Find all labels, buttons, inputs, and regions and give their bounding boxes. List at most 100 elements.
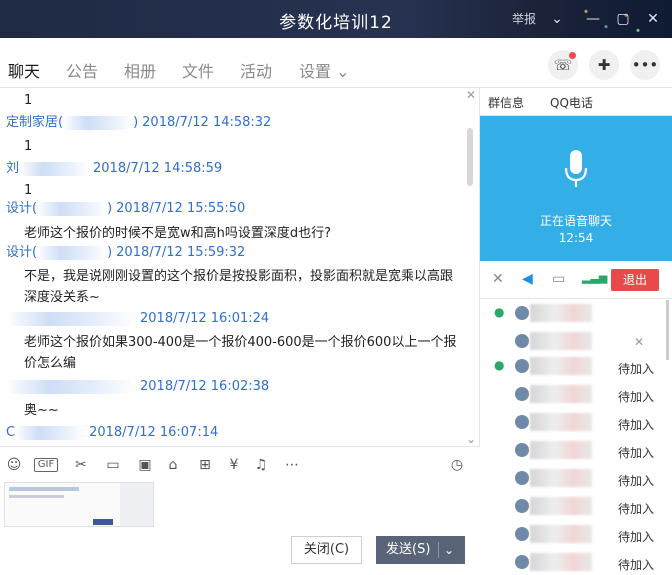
thumb-panel — [120, 483, 153, 526]
chat-scrollbar[interactable] — [467, 128, 473, 186]
image-icon[interactable]: ▣ — [136, 456, 154, 474]
message-header: C 2018/7/12 16:07:14 — [6, 424, 218, 442]
member-scrollbar[interactable] — [666, 300, 669, 360]
redacted-member-name — [530, 332, 592, 350]
member-row[interactable]: ✕ — [480, 329, 672, 357]
member-status: 待加入 — [618, 418, 655, 432]
tab-group-info[interactable]: 群信息 — [488, 94, 524, 111]
member-role-icon: ● — [494, 305, 505, 319]
speaker-icon[interactable]: ◀ — [522, 271, 533, 287]
avatar — [515, 499, 529, 513]
tab-files[interactable]: 文件 — [182, 58, 214, 82]
sender-suffix: ) — [107, 245, 113, 260]
tab-chat[interactable]: 聊天 — [8, 58, 41, 94]
avatar — [515, 443, 529, 457]
chat-plus-button[interactable]: ✚ — [589, 50, 619, 80]
notification-dot — [569, 52, 576, 59]
message-text: 奥~~ — [24, 403, 59, 418]
member-row[interactable]: 待加入 — [480, 494, 672, 522]
redacted-name — [37, 201, 108, 216]
input-toolbar: ☺ GIF ✂ ▭ ▣ ⌂ ⊞ ¥ ♫ ⋯ ◷ — [0, 446, 480, 482]
send-label: 发送(S) — [386, 542, 431, 557]
gif-icon[interactable]: GIF — [34, 458, 58, 472]
avatar — [515, 306, 529, 320]
maximize-icon[interactable]: ▢ — [614, 10, 632, 28]
member-status: 待加入 — [618, 446, 655, 460]
tab-settings[interactable]: 设置 ⌄ — [299, 58, 350, 82]
tab-announcement[interactable]: 公告 — [66, 58, 98, 82]
redacted-name — [37, 245, 108, 260]
scroll-down-icon[interactable]: ⌄ — [466, 432, 476, 446]
sender-name[interactable]: C — [6, 425, 15, 440]
message-time: 2018/7/12 16:07:14 — [89, 425, 219, 440]
message-text: 价怎么编 — [24, 356, 77, 371]
chat-history[interactable]: 1 定制家居() 2018/7/12 14:58:32 1 刘 2018/7/12 14:… — [0, 88, 480, 446]
more-button[interactable]: ••• — [630, 50, 660, 80]
member-row[interactable]: ● — [480, 301, 672, 329]
member-row[interactable]: 待加入 — [480, 382, 672, 410]
avatar — [515, 387, 529, 401]
history-clock-icon[interactable]: ◷ — [448, 456, 466, 474]
close-x-icon[interactable]: ✕ — [466, 88, 476, 102]
emoji-icon[interactable]: ☺ — [5, 456, 23, 474]
member-row[interactable]: 待加入 — [480, 550, 672, 575]
pasted-image-thumbnail[interactable] — [4, 482, 154, 527]
exit-call-button[interactable]: 退出 — [611, 269, 659, 291]
message-time: 2018/7/12 14:58:59 — [93, 161, 223, 176]
mic-mute-icon[interactable]: ✕ — [492, 271, 504, 287]
gift-icon[interactable]: ⊞ — [196, 456, 214, 474]
member-role-icon: ● — [494, 358, 505, 372]
send-button[interactable]: 发送(S) ⌄ — [376, 536, 465, 564]
tab-activity[interactable]: 活动 — [240, 58, 272, 82]
window-title: 参数化培训12 — [279, 13, 393, 33]
voice-call-panel: 正在语音聊天 12:54 — [480, 116, 672, 261]
member-row[interactable]: ● 待加入 — [480, 354, 672, 382]
member-status: 待加入 — [618, 530, 655, 544]
redacted-member-name — [530, 413, 592, 431]
sender-suffix: ) — [133, 115, 139, 130]
report-link[interactable]: 举报 — [512, 10, 536, 27]
member-row[interactable]: 待加入 — [480, 522, 672, 550]
member-row[interactable]: 待加入 — [480, 410, 672, 438]
sender-name[interactable]: 刘 — [6, 161, 19, 176]
redacted-name — [6, 379, 136, 394]
message-header: 定制家居() 2018/7/12 14:58:32 — [6, 114, 271, 132]
red-packet-icon[interactable]: ¥ — [225, 456, 243, 474]
mic-muted-icon: ✕ — [634, 335, 645, 349]
voice-duration: 12:54 — [558, 231, 594, 245]
phone-call-button[interactable]: ☏ — [548, 50, 578, 80]
redacted-member-name — [530, 469, 592, 487]
more-icon[interactable]: ⋯ — [283, 456, 301, 474]
microphone-icon — [564, 150, 588, 187]
tab-album[interactable]: 相册 — [124, 58, 156, 82]
message-time: 2018/7/12 16:02:38 — [140, 379, 270, 394]
send-separator — [438, 542, 439, 558]
thumb-line — [9, 487, 79, 491]
scissors-icon[interactable]: ✂ — [72, 456, 90, 474]
minimize-icon[interactable]: — — [584, 10, 602, 28]
close-button[interactable]: 关闭(C) — [291, 536, 362, 564]
sender-name[interactable]: 设计( — [6, 201, 37, 216]
chevron-down-icon[interactable]: ⌄ — [444, 536, 454, 564]
message-text: 1 — [24, 183, 33, 198]
member-row[interactable]: 待加入 — [480, 438, 672, 466]
member-status: 待加入 — [618, 558, 655, 572]
video-icon[interactable]: ▭ — [552, 271, 565, 287]
redacted-name — [6, 311, 136, 326]
thumb-button — [93, 519, 113, 525]
folder-icon[interactable]: ▭ — [104, 456, 122, 474]
member-row[interactable]: 待加入 — [480, 466, 672, 494]
signal-icon: ▂▃▅ — [582, 271, 608, 284]
message-header: 刘 2018/7/12 14:58:59 — [6, 160, 222, 178]
sender-name[interactable]: 设计( — [6, 245, 37, 260]
shop-icon[interactable]: ⌂ — [164, 456, 182, 474]
right-panel: 群信息 QQ电话 正在语音聊天 12:54 ✕ ◀ ▭ ▂▃▅ 退出 ● ✕ ● 待加… — [480, 88, 672, 575]
message-text: 老师这个报价的时候不是宽w和高h吗设置深度d也行? — [24, 226, 332, 241]
tab-qq-call[interactable]: QQ电话 — [550, 94, 593, 111]
sender-name[interactable]: 定制家居( — [6, 115, 63, 130]
close-icon[interactable]: ✕ — [644, 10, 662, 28]
message-header: 设计() 2018/7/12 15:55:50 — [6, 200, 245, 218]
bell-icon[interactable]: ♫ — [252, 456, 270, 474]
chevron-down-icon[interactable]: ⌄ — [548, 10, 566, 28]
message-time: 2018/7/12 14:58:32 — [142, 115, 272, 130]
